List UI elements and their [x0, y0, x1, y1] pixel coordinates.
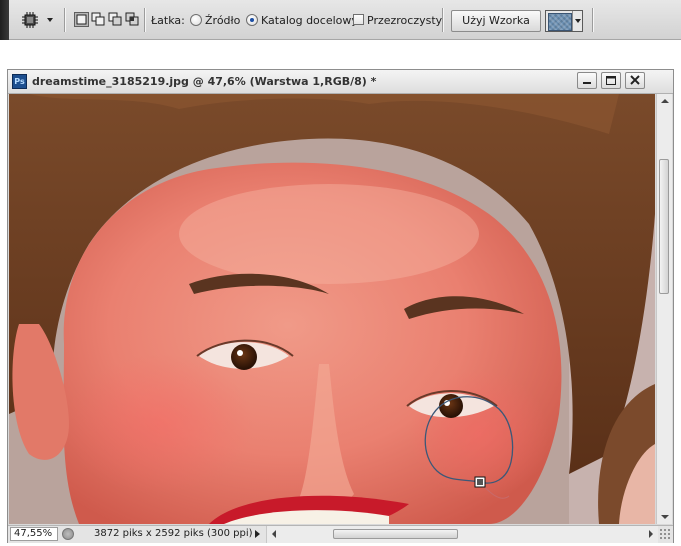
scroll-right-icon[interactable] [649, 530, 653, 538]
resize-grip-icon[interactable] [659, 528, 671, 540]
transparent-label[interactable]: Przezroczysty [367, 14, 442, 27]
source-radio[interactable] [190, 14, 202, 26]
intersect-selection-icon [125, 12, 139, 26]
document-window: Ps dreamstime_3185219.jpg @ 47,6% (Warst… [7, 69, 674, 543]
zoom-field[interactable]: 47,55% [10, 527, 58, 541]
use-pattern-button[interactable]: Użyj Wzorka [451, 10, 541, 32]
subtract-from-selection-button[interactable] [108, 12, 123, 27]
close-icon [630, 75, 640, 85]
photoshop-icon: Ps [12, 74, 27, 89]
vertical-scroll-thumb[interactable] [659, 159, 669, 294]
transparent-checkbox[interactable] [353, 14, 364, 25]
minimize-button[interactable] [577, 72, 597, 89]
status-bar: 47,55% 3872 piks x 2592 piks (300 ppi) [8, 525, 673, 543]
horizontal-scroll-thumb[interactable] [333, 529, 458, 539]
new-selection-button[interactable] [74, 12, 89, 27]
divider [592, 8, 594, 32]
patch-label: Łatka: [151, 14, 185, 27]
scroll-up-icon[interactable] [661, 99, 669, 103]
pattern-swatch [548, 13, 572, 31]
divider [64, 8, 66, 32]
scroll-down-icon[interactable] [661, 515, 669, 519]
options-bar: Łatka: Źródło Katalog docelowy Przezrocz… [0, 0, 681, 40]
document-title: dreamstime_3185219.jpg @ 47,6% (Warstwa … [32, 75, 377, 88]
document-titlebar[interactable]: Ps dreamstime_3185219.jpg @ 47,6% (Warst… [8, 70, 673, 94]
divider [442, 8, 444, 32]
divider [144, 8, 146, 32]
chevron-down-icon[interactable] [572, 11, 583, 31]
pattern-picker[interactable] [545, 10, 583, 32]
document-info: 3872 piks x 2592 piks (300 ppi) [94, 528, 253, 539]
info-menu-arrow-icon[interactable] [255, 530, 260, 538]
chevron-down-icon [47, 18, 53, 22]
destination-radio[interactable] [246, 14, 258, 26]
add-to-selection-icon [91, 12, 105, 26]
options-bar-grip[interactable] [0, 0, 9, 40]
subtract-from-selection-icon [108, 12, 122, 26]
patch-cursor-icon [474, 476, 486, 488]
scroll-left-icon[interactable] [272, 530, 276, 538]
add-to-selection-button[interactable] [91, 12, 106, 27]
patch-tool-icon [22, 12, 38, 28]
horizontal-scrollbar[interactable] [266, 526, 658, 543]
vertical-scrollbar[interactable] [656, 94, 672, 524]
source-label[interactable]: Źródło [205, 14, 240, 27]
maximize-button[interactable] [601, 72, 621, 89]
new-selection-icon [76, 14, 87, 25]
minimize-icon [583, 82, 591, 84]
destination-label[interactable]: Katalog docelowy [261, 14, 358, 27]
image-canvas[interactable] [9, 94, 655, 524]
maximize-icon [606, 76, 616, 85]
zoom-icon[interactable] [62, 528, 74, 540]
portrait-photo [9, 94, 655, 524]
close-button[interactable] [625, 72, 645, 89]
intersect-selection-button[interactable] [125, 12, 140, 27]
tool-preset-picker[interactable] [18, 9, 58, 31]
